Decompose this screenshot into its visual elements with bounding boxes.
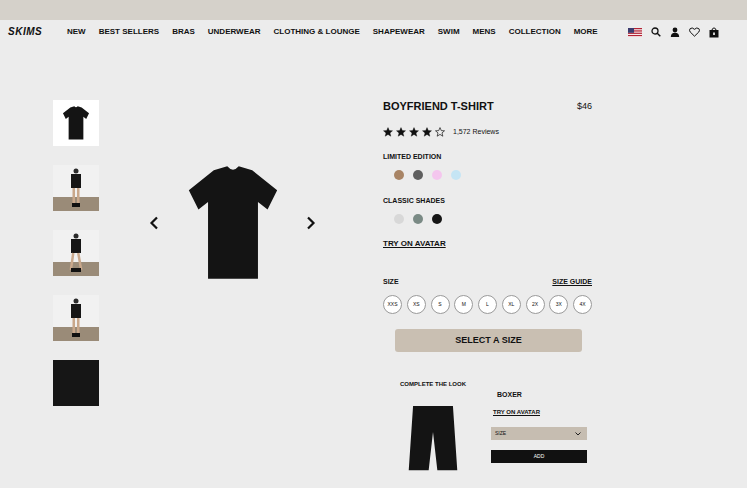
- us-flag-icon[interactable]: [628, 28, 642, 37]
- size-option-label: XXS: [387, 301, 397, 309]
- heart-icon[interactable]: [689, 27, 700, 37]
- nav-link[interactable]: MORE: [574, 28, 598, 36]
- star-empty-icon: [435, 127, 445, 137]
- color-swatch[interactable]: [450, 169, 462, 181]
- color-swatch[interactable]: [393, 213, 405, 225]
- header-icons: [628, 27, 739, 38]
- thumbnail-image[interactable]: [53, 230, 99, 276]
- size-option[interactable]: XS: [407, 295, 426, 314]
- thumbnail-list: [53, 44, 99, 475]
- size-option[interactable]: XL: [502, 295, 521, 314]
- look-right: BOXER TRY ON AVATAR SIZE ADD: [491, 380, 587, 475]
- swatch-dot: [394, 214, 404, 224]
- star-filled-icon: [383, 127, 393, 137]
- color-group-label: LIMITED EDITION: [383, 152, 592, 161]
- nav-link[interactable]: BEST SELLERS: [99, 28, 159, 36]
- product-info: BOYFRIEND T-SHIRT $46 1,572 Reviews LIMITED…: [383, 44, 592, 475]
- product-image: [185, 161, 281, 285]
- swatch-dot: [432, 170, 442, 180]
- star-filled-icon: [396, 127, 406, 137]
- swatch-list: [383, 213, 592, 225]
- main-menu: NEW BEST SELLERS BRAS UNDERWEAR CLOTHING & L…: [67, 28, 598, 36]
- logo-area: SKIMS: [8, 27, 67, 37]
- product-page: BOYFRIEND T-SHIRT $46 1,572 Reviews LIMITED…: [0, 44, 747, 475]
- title-row: BOYFRIEND T-SHIRT $46: [383, 100, 592, 113]
- thumbnail-image[interactable]: [53, 360, 99, 406]
- account-icon[interactable]: [670, 27, 680, 37]
- swatch-dot: [413, 214, 423, 224]
- size-dropdown[interactable]: SIZE: [491, 427, 587, 440]
- color-group-label: CLASSIC SHADES: [383, 196, 592, 205]
- thumbnail-image[interactable]: [53, 165, 99, 211]
- size-option[interactable]: 3X: [549, 295, 568, 314]
- size-option[interactable]: XXS: [383, 295, 402, 314]
- boxer-title: BOXER: [491, 390, 587, 399]
- add-button[interactable]: ADD: [491, 450, 587, 463]
- size-option-label: XL: [508, 301, 514, 309]
- color-swatch[interactable]: [393, 169, 405, 181]
- size-option-label: L: [486, 301, 489, 309]
- size-option-label: 4X: [579, 301, 585, 309]
- star-rating[interactable]: [383, 127, 445, 137]
- swatch-dot: [413, 170, 423, 180]
- select-size-label: SELECT A SIZE: [455, 334, 521, 348]
- nav-link[interactable]: BRAS: [172, 28, 195, 36]
- look-left: COMPLETE THE LOOK: [400, 380, 475, 475]
- size-option-label: 3X: [556, 301, 562, 309]
- size-option-label: XS: [413, 301, 420, 309]
- chevron-down-icon: [575, 432, 581, 436]
- size-list: XXS XS S M L XL 2X 3X 4X: [383, 295, 592, 314]
- boxer-try-on-link[interactable]: TRY ON AVATAR: [491, 408, 587, 416]
- logo[interactable]: SKIMS: [8, 27, 67, 37]
- swatch-dot: [432, 214, 442, 224]
- try-on-avatar-link[interactable]: TRY ON AVATAR: [383, 239, 446, 249]
- thumbnail-image[interactable]: [53, 295, 99, 341]
- size-option-label: M: [462, 301, 466, 309]
- nav-link[interactable]: UNDERWEAR: [208, 28, 261, 36]
- product-price: $46: [577, 100, 592, 113]
- nav-link[interactable]: CLOTHING & LOUNGE: [274, 28, 360, 36]
- size-dropdown-label: SIZE: [495, 430, 506, 438]
- nav-link[interactable]: SHAPEWEAR: [373, 28, 425, 36]
- select-size-button[interactable]: SELECT A SIZE: [395, 329, 582, 352]
- bag-icon[interactable]: [709, 27, 719, 38]
- nav-link[interactable]: COLLECTION: [509, 28, 561, 36]
- color-swatch[interactable]: [431, 213, 443, 225]
- star-filled-icon: [422, 127, 432, 137]
- complete-the-look-title: COMPLETE THE LOOK: [400, 380, 475, 388]
- nav-link[interactable]: SWIM: [438, 28, 460, 36]
- search-icon[interactable]: [651, 27, 661, 37]
- size-label: SIZE: [383, 277, 399, 286]
- size-option[interactable]: S: [431, 295, 450, 314]
- add-label: ADD: [534, 453, 545, 461]
- rating-row: 1,572 Reviews: [383, 127, 592, 137]
- complete-the-look: COMPLETE THE LOOK BOXER TRY ON AVATAR SIZE A…: [383, 380, 592, 475]
- nav-link[interactable]: MENS: [473, 28, 496, 36]
- size-option[interactable]: M: [454, 295, 473, 314]
- next-arrow-icon[interactable]: [306, 216, 316, 230]
- color-swatch[interactable]: [412, 213, 424, 225]
- promo-banner: [0, 0, 747, 20]
- color-swatch[interactable]: [431, 169, 443, 181]
- size-option-label: 2X: [532, 301, 538, 309]
- swatch-dot: [394, 170, 404, 180]
- size-option[interactable]: L: [478, 295, 497, 314]
- swatch-dot: [451, 170, 461, 180]
- size-option[interactable]: 4X: [573, 295, 592, 314]
- size-guide-link[interactable]: SIZE GUIDE: [552, 277, 592, 286]
- thumbnail-image[interactable]: [53, 100, 99, 146]
- product-title: BOYFRIEND T-SHIRT: [383, 100, 494, 113]
- size-option-label: S: [438, 301, 441, 309]
- swatch-list: [383, 169, 592, 181]
- size-option[interactable]: 2X: [526, 295, 545, 314]
- top-nav: SKIMS NEW BEST SELLERS BRAS UNDERWEAR CLOTHI…: [0, 20, 747, 44]
- previous-arrow-icon[interactable]: [149, 216, 159, 230]
- image-gallery: [145, 155, 320, 290]
- reviews-link[interactable]: 1,572 Reviews: [453, 127, 499, 137]
- boxer-image[interactable]: [400, 402, 465, 475]
- star-filled-icon: [409, 127, 419, 137]
- nav-link[interactable]: NEW: [67, 28, 86, 36]
- color-swatch[interactable]: [412, 169, 424, 181]
- size-header: SIZE SIZE GUIDE: [383, 277, 592, 286]
